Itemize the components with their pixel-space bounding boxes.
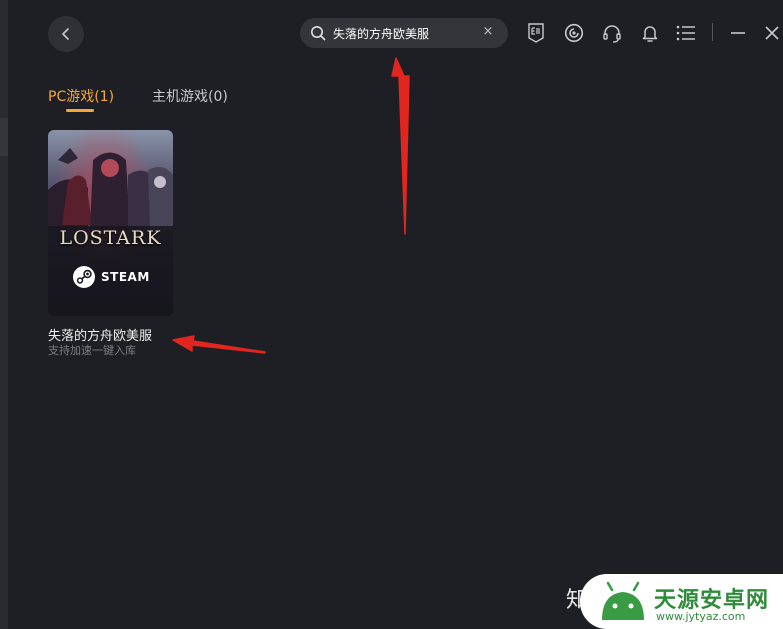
- support-button[interactable]: [600, 22, 624, 44]
- menu-button[interactable]: [674, 22, 698, 44]
- active-tab-indicator: [66, 109, 94, 112]
- game-card[interactable]: LOSTARK STEAM: [48, 130, 173, 316]
- notifications-button[interactable]: [638, 22, 662, 44]
- site-watermark: 知 天源安卓网 www.jytyaz.com: [566, 572, 783, 629]
- close-button[interactable]: [760, 22, 783, 44]
- cover-game-logo: LOSTARK: [59, 227, 162, 249]
- platform-badge: STEAM: [72, 265, 150, 289]
- tab-pc-games[interactable]: PC游戏(1): [48, 86, 114, 106]
- clear-search-button[interactable]: ×: [480, 24, 496, 40]
- back-button[interactable]: [48, 16, 84, 52]
- bell-notification-icon: [642, 26, 658, 42]
- toolbar-divider: [712, 23, 713, 41]
- tab-console-games[interactable]: 主机游戏(0): [152, 86, 228, 106]
- epic-games-icon: [528, 23, 544, 43]
- game-subtitle: 支持加速一键入库: [48, 344, 136, 357]
- headset-support-icon: [603, 25, 621, 43]
- close-icon: [765, 26, 779, 40]
- search-bar[interactable]: ×: [300, 18, 508, 48]
- minimize-button[interactable]: [726, 22, 750, 44]
- annotation-arrow-title: [172, 335, 266, 354]
- chevron-left-icon: [62, 28, 69, 40]
- watermark-url: www.jytyaz.com: [656, 610, 746, 623]
- steam-icon: [73, 266, 95, 288]
- search-icon: [311, 26, 326, 41]
- menu-list-icon: [676, 25, 695, 41]
- ubisoft-icon: [564, 23, 584, 43]
- minimize-icon: [731, 32, 745, 34]
- watermark-badge: 天源安卓网 www.jytyaz.com: [580, 574, 783, 629]
- platform-label: STEAM: [101, 270, 150, 284]
- android-logo-icon: [602, 581, 644, 620]
- left-edge-panel: [0, 0, 8, 629]
- left-edge-highlight: [0, 118, 8, 156]
- ubisoft-button[interactable]: [562, 22, 586, 44]
- epic-games-button[interactable]: [524, 22, 548, 44]
- search-input[interactable]: [333, 22, 473, 44]
- annotation-arrow-search: [391, 57, 410, 235]
